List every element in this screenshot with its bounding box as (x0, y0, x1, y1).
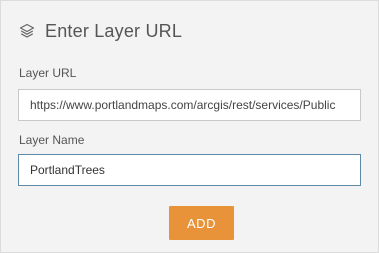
layer-name-label: Layer Name (19, 133, 85, 147)
layer-url-label: Layer URL (19, 66, 77, 80)
layer-url-input[interactable] (18, 89, 361, 121)
add-layer-url-panel: Enter Layer URL Layer URL Layer Name ADD (0, 0, 379, 253)
layers-icon (18, 22, 36, 40)
panel-title: Enter Layer URL (45, 20, 183, 41)
add-button[interactable]: ADD (169, 206, 234, 240)
panel-header: Enter Layer URL (18, 19, 182, 43)
layer-name-input[interactable] (18, 154, 361, 186)
layers-icon-graphic (19, 23, 35, 38)
